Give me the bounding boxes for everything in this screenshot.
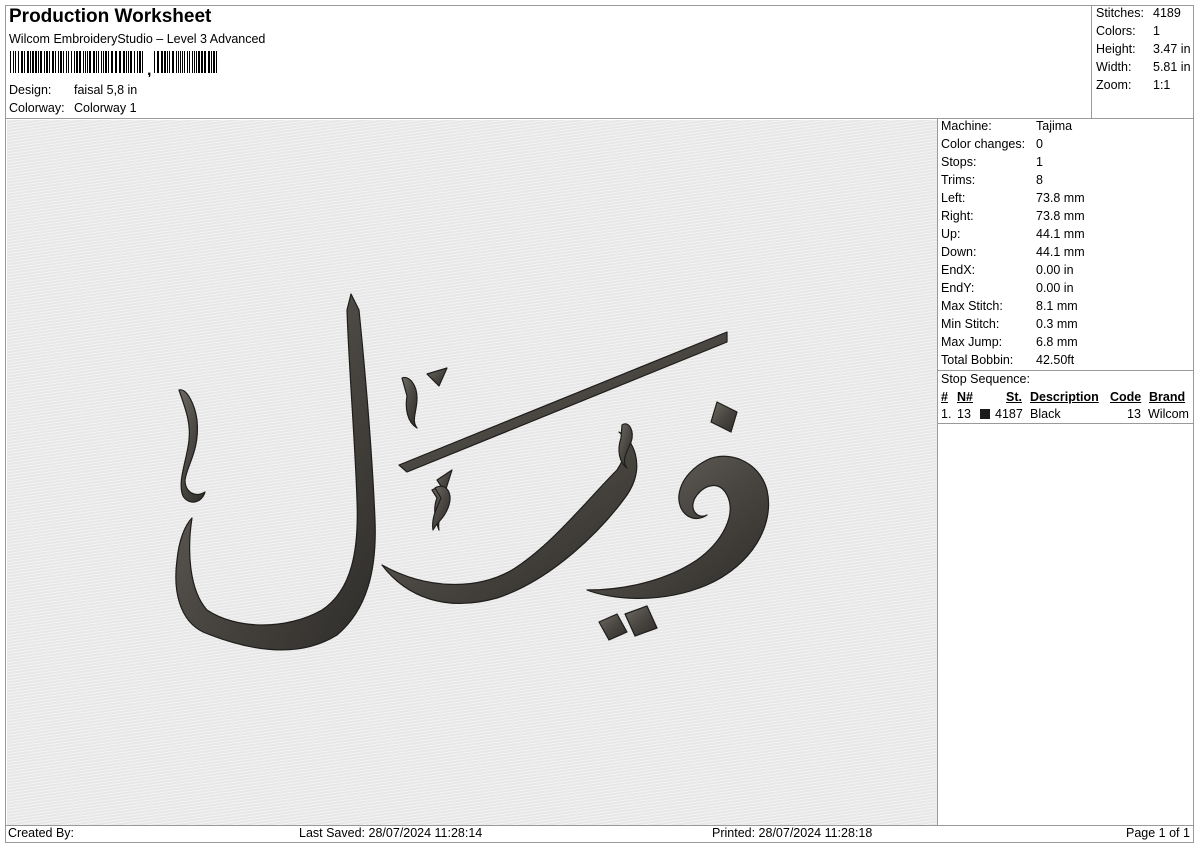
summary-label: Width: — [1096, 60, 1132, 74]
barcode-image: , — [10, 51, 217, 77]
machine-info-value: 42.50ft — [1036, 353, 1075, 367]
sidebar-divider — [937, 118, 938, 825]
machine-info-label: EndY: — [941, 281, 975, 295]
col-header-description: Description — [1030, 390, 1099, 404]
machine-info-value: 0.3 mm — [1036, 317, 1078, 331]
machine-info-value: 8 — [1036, 173, 1043, 187]
machine-info-label: Right: — [941, 209, 974, 223]
footer-last-saved: Last Saved: 28/07/2024 11:28:14 — [299, 826, 483, 840]
seq-row-description: Black — [1030, 407, 1061, 421]
machine-info-label: Total Bobbin: — [941, 353, 1014, 367]
summary-value: 1:1 — [1153, 78, 1171, 92]
machine-info-value: 44.1 mm — [1036, 245, 1085, 259]
machine-info-label: Machine: — [941, 119, 992, 133]
machine-info-value: 8.1 mm — [1036, 299, 1078, 313]
embroidery-design-image — [175, 293, 770, 651]
colorway-label: Colorway: — [9, 101, 65, 115]
machine-info-label: Max Jump: — [941, 335, 1003, 349]
colorway-value: Colorway 1 — [74, 101, 137, 115]
machine-info-label: Up: — [941, 227, 961, 241]
col-header-brand: Brand — [1149, 390, 1186, 404]
design-value: faisal 5,8 in — [74, 83, 138, 97]
machine-info-value: 0.00 in — [1036, 281, 1074, 295]
machine-info-value: 73.8 mm — [1036, 191, 1085, 205]
summary-value: 5.81 in — [1153, 60, 1191, 74]
machine-info-label: Color changes: — [941, 137, 1026, 151]
seq-row-index: 1. — [941, 407, 952, 421]
machine-info-label: Down: — [941, 245, 977, 259]
col-header-stitches: St. — [1006, 390, 1022, 404]
summary-divider — [1091, 5, 1092, 118]
summary-label: Zoom: — [1096, 78, 1132, 92]
machine-info-value: 44.1 mm — [1036, 227, 1085, 241]
software-name: Wilcom EmbroideryStudio – Level 3 Advanc… — [9, 32, 266, 46]
machine-info-label: EndX: — [941, 263, 976, 277]
stop-sequence-title: Stop Sequence: — [941, 372, 1030, 386]
col-header-index: # — [941, 390, 948, 404]
seq-row-stitches: 4187 — [995, 407, 1023, 421]
machine-info-value: 6.8 mm — [1036, 335, 1078, 349]
summary-value: 1 — [1153, 24, 1160, 38]
machine-info-value: Tajima — [1036, 119, 1073, 133]
svg-text:,: , — [147, 62, 151, 77]
machine-info-value: 0 — [1036, 137, 1043, 151]
summary-label: Colors: — [1096, 24, 1136, 38]
machine-info-label: Min Stitch: — [941, 317, 1000, 331]
footer-page: Page 1 of 1 — [1126, 826, 1190, 840]
machine-info-value: 1 — [1036, 155, 1043, 169]
color-swatch — [980, 409, 990, 419]
footer-divider — [5, 825, 1194, 826]
seq-row-code: 13 — [1127, 407, 1141, 421]
footer-printed: Printed: 28/07/2024 11:28:18 — [712, 826, 873, 840]
page-title: Production Worksheet — [9, 6, 212, 27]
summary-label: Height: — [1096, 42, 1136, 56]
machine-info-label: Stops: — [941, 155, 977, 169]
col-header-n: N# — [957, 390, 973, 404]
machine-info-value: 73.8 mm — [1036, 209, 1085, 223]
design-canvas — [7, 120, 937, 825]
stop-seq-divider — [937, 423, 1194, 424]
header-divider — [5, 118, 1194, 119]
summary-value: 4189 — [1153, 6, 1181, 20]
machine-info-divider — [937, 370, 1194, 371]
machine-info-label: Trims: — [941, 173, 976, 187]
summary-value: 3.47 in — [1153, 42, 1191, 56]
footer-created-by: Created By: — [8, 826, 75, 840]
seq-row-n: 13 — [957, 407, 971, 421]
machine-info-label: Left: — [941, 191, 966, 205]
seq-row-brand: Wilcom — [1148, 407, 1189, 421]
design-label: Design: — [9, 83, 52, 97]
summary-label: Stitches: — [1096, 6, 1144, 20]
col-header-code: Code — [1110, 390, 1142, 404]
machine-info-label: Max Stitch: — [941, 299, 1003, 313]
machine-info-value: 0.00 in — [1036, 263, 1074, 277]
